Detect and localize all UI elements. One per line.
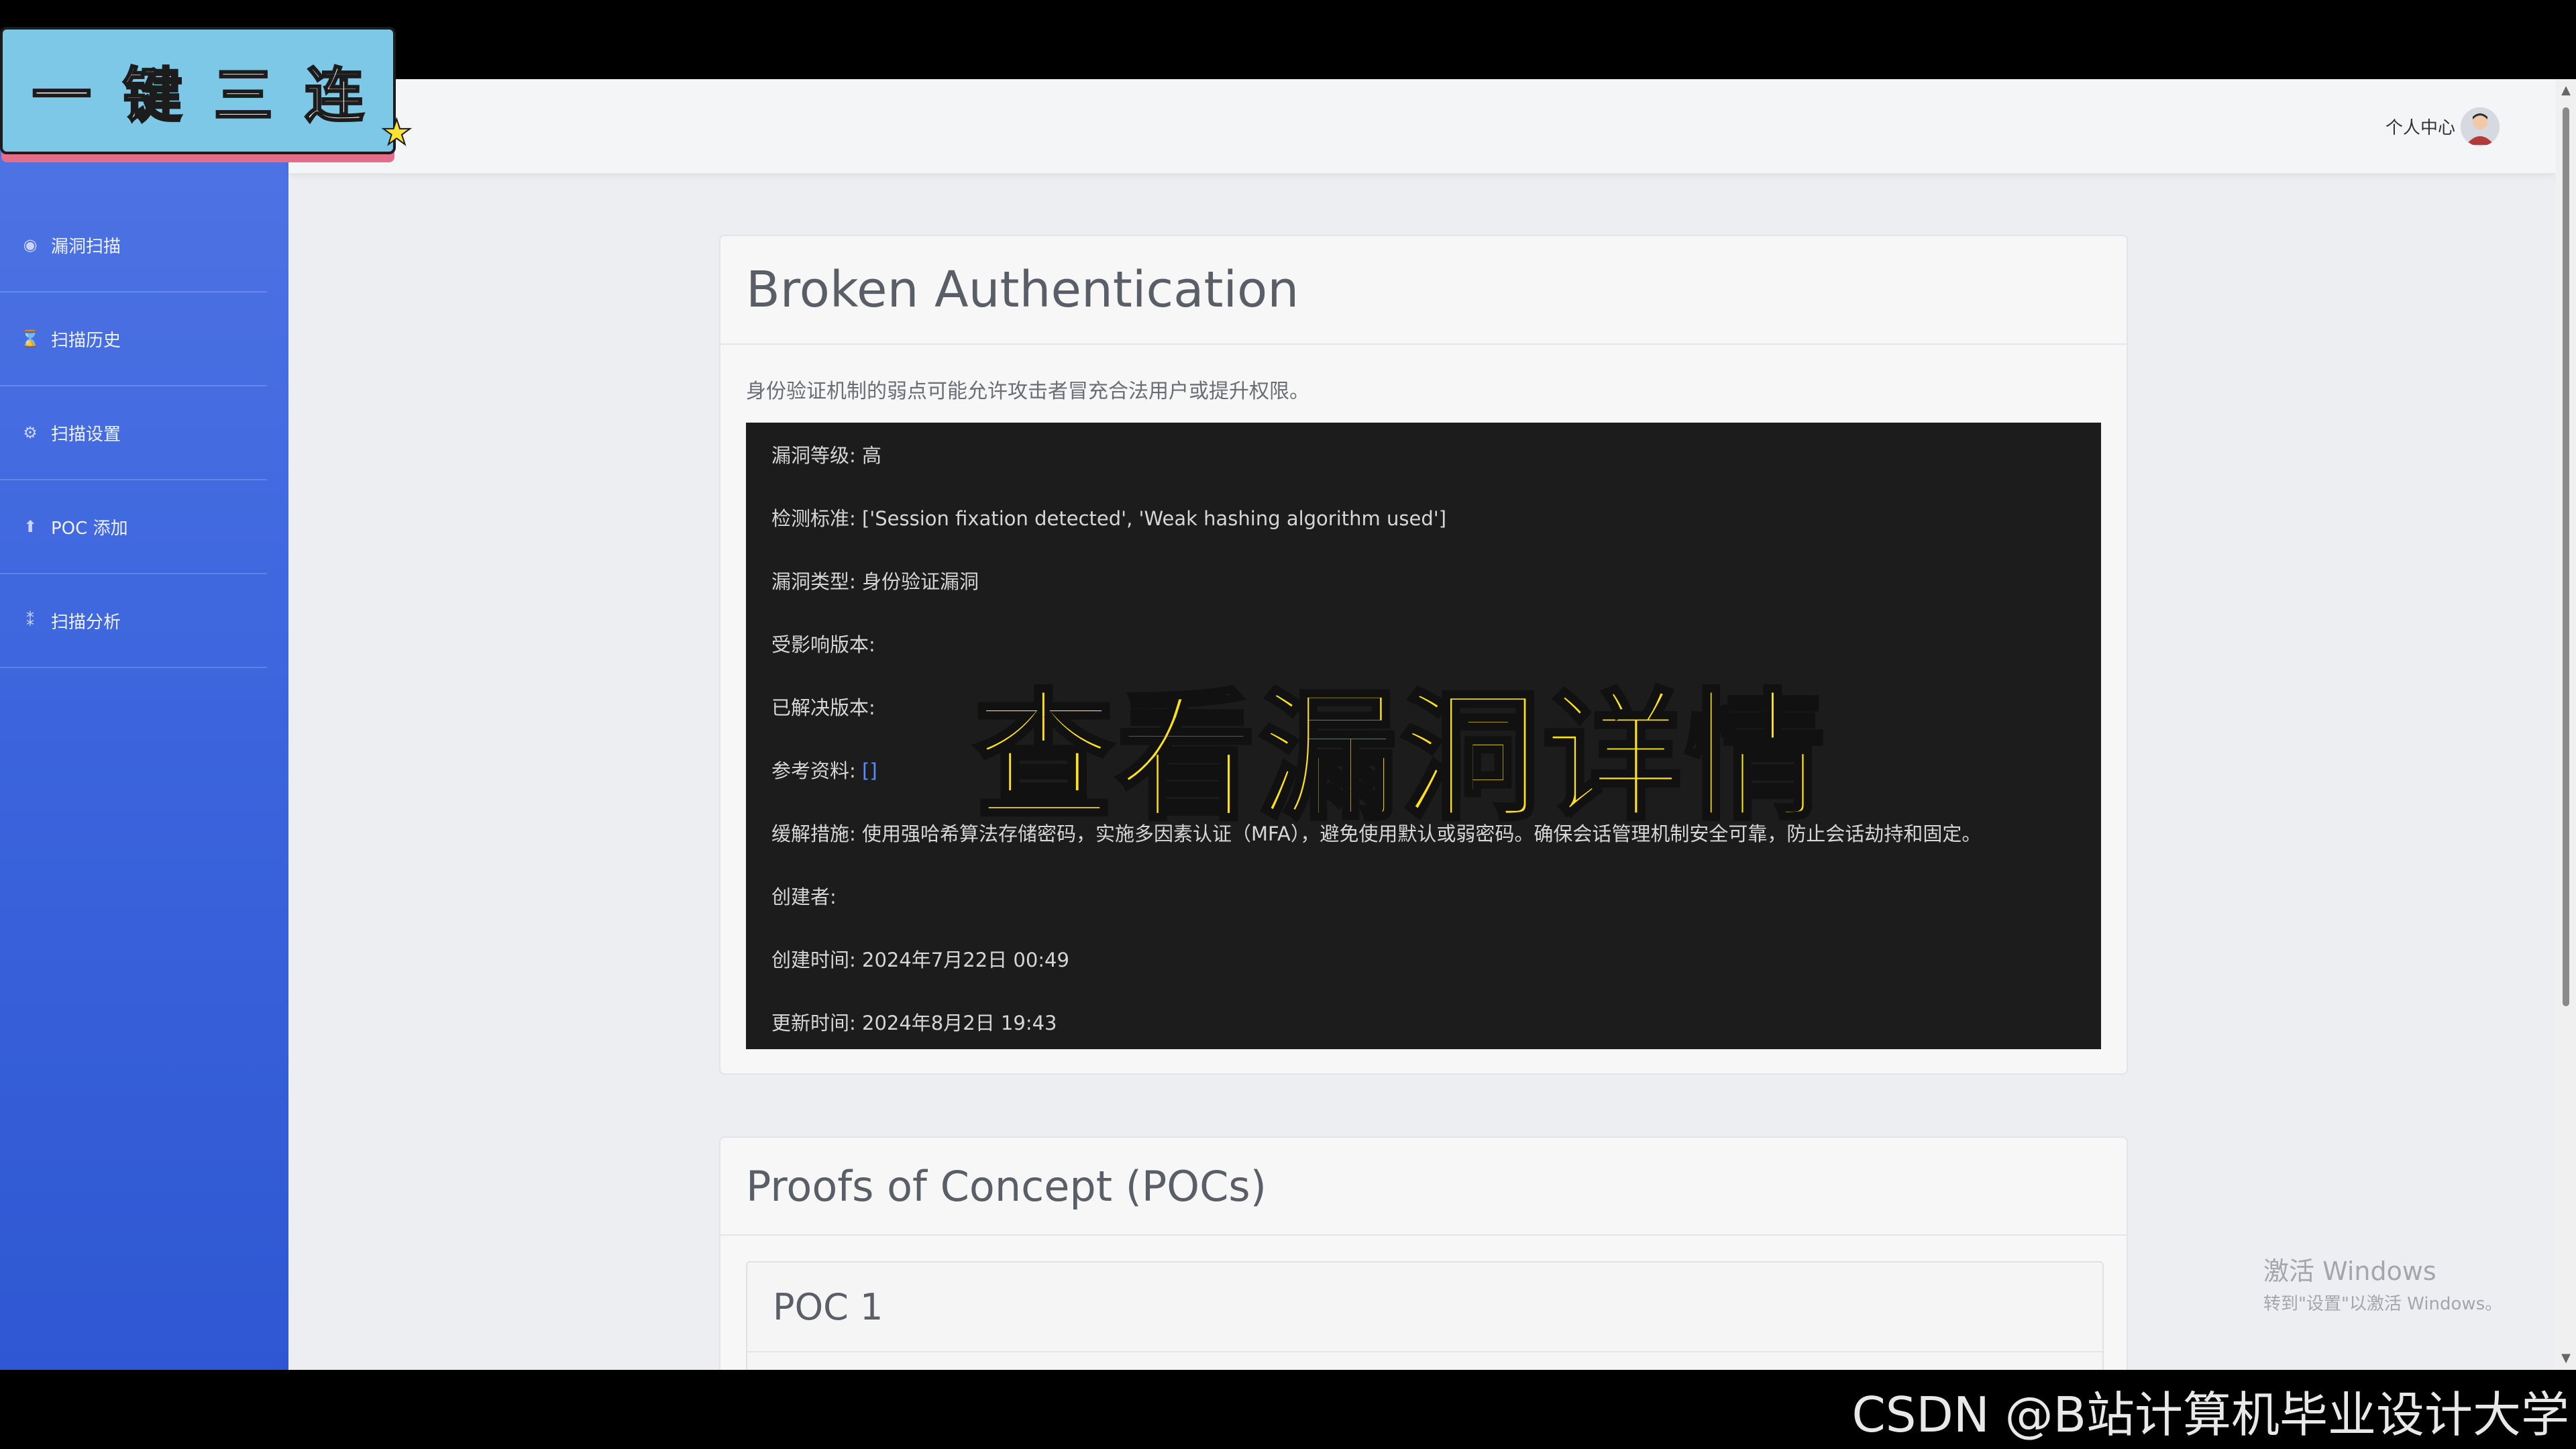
detail-updated-at: 更新时间: 2024年8月2日 19:43 <box>771 1012 1057 1034</box>
sidebar-item-label: 扫描历史 <box>51 330 121 351</box>
banner-char: 一 <box>31 60 92 131</box>
detail-affected-versions: 受影响版本: <box>771 633 875 656</box>
gear-icon: ⚙ <box>23 423 38 442</box>
windows-watermark-line1: 激活 Windows <box>2263 1256 2436 1286</box>
references-link[interactable]: [] <box>862 759 877 782</box>
windows-watermark-line2: 转到"设置"以激活 Windows。 <box>2263 1294 2503 1314</box>
detail-references: 参考资料: [] <box>771 755 877 784</box>
scroll-up-arrow-icon[interactable]: ▲ <box>2560 83 2572 97</box>
sidebar-item-label: 扫描设置 <box>51 424 121 445</box>
sidebar-item-scan-analysis[interactable]: ⁑ 扫描分析 <box>0 574 267 668</box>
detail-creator: 创建者: <box>771 885 837 908</box>
detail-created-at: 创建时间: 2024年7月22日 00:49 <box>771 949 1069 971</box>
sidebar-item-scan-settings[interactable]: ⚙ 扫描设置 <box>0 386 267 480</box>
page-scrollbar[interactable]: ▲ ▼ <box>2556 79 2576 1370</box>
sidebar-item-label: 扫描分析 <box>51 612 121 633</box>
top-header: 个人中心 <box>288 79 2556 173</box>
sidebar-item-scan-history[interactable]: ⌛ 扫描历史 <box>0 292 267 386</box>
hourglass-icon: ⌛ <box>20 329 40 348</box>
banner-char: 三 <box>213 60 274 131</box>
sidebar-item-poc-add[interactable]: ⬆ POC 添加 <box>0 480 267 574</box>
sidebar-item-label: 漏洞扫描 <box>51 236 121 257</box>
scroll-down-arrow-icon[interactable]: ▼ <box>2560 1351 2572 1365</box>
vulnerability-title: Broken Authentication <box>746 261 1299 319</box>
pocs-title: Proofs of Concept (POCs) <box>746 1161 1267 1211</box>
pocs-card: Proofs of Concept (POCs) POC 1 <box>719 1136 2128 1370</box>
user-upload-icon: ⬆ <box>23 517 38 536</box>
vulnerability-card-header: Broken Authentication <box>720 236 2127 345</box>
references-label: 参考资料: <box>771 759 862 782</box>
avatar[interactable] <box>2461 107 2500 146</box>
banner-char: 键 <box>122 60 183 131</box>
pocs-card-header: Proofs of Concept (POCs) <box>720 1138 2127 1236</box>
poc-item-title: POC 1 <box>747 1263 2102 1352</box>
csdn-watermark: CSDN @B站计算机毕业设计大学 <box>1851 1387 2569 1443</box>
detail-severity: 漏洞等级: 高 <box>771 444 881 467</box>
star-icon: ★ <box>380 112 413 154</box>
triple-action-banner: 一 键 三 连 <box>0 27 396 154</box>
scrollbar-thumb[interactable] <box>2563 107 2569 1006</box>
banner-char: 连 <box>304 60 365 131</box>
windows-activation-watermark: 激活 Windows 转到"设置"以激活 Windows。 <box>2263 1250 2502 1315</box>
avatar-icon <box>2461 107 2500 146</box>
dashboard-icon: ◉ <box>23 235 38 254</box>
chart-icon: ⁑ <box>26 611 34 630</box>
vulnerability-description: 身份验证机制的弱点可能允许攻击者冒充合法用户或提升权限。 <box>746 380 1309 403</box>
detail-fixed-versions: 已解决版本: <box>771 696 875 719</box>
poc-item: POC 1 <box>746 1261 2104 1370</box>
video-caption: 查看漏洞详情 <box>972 675 1827 841</box>
user-center-link[interactable]: 个人中心 <box>2385 114 2455 139</box>
detail-vuln-type: 漏洞类型: 身份验证漏洞 <box>771 570 979 593</box>
sidebar: ◉ 漏洞扫描 ⌛ 扫描历史 ⚙ 扫描设置 ⬆ POC 添加 ⁑ 扫描分析 <box>0 79 288 1370</box>
detail-detection-criteria: 检测标准: ['Session fixation detected', 'Wea… <box>771 507 1447 530</box>
sidebar-item-vuln-scan[interactable]: ◉ 漏洞扫描 <box>0 199 267 292</box>
sidebar-item-label: POC 添加 <box>51 518 128 539</box>
